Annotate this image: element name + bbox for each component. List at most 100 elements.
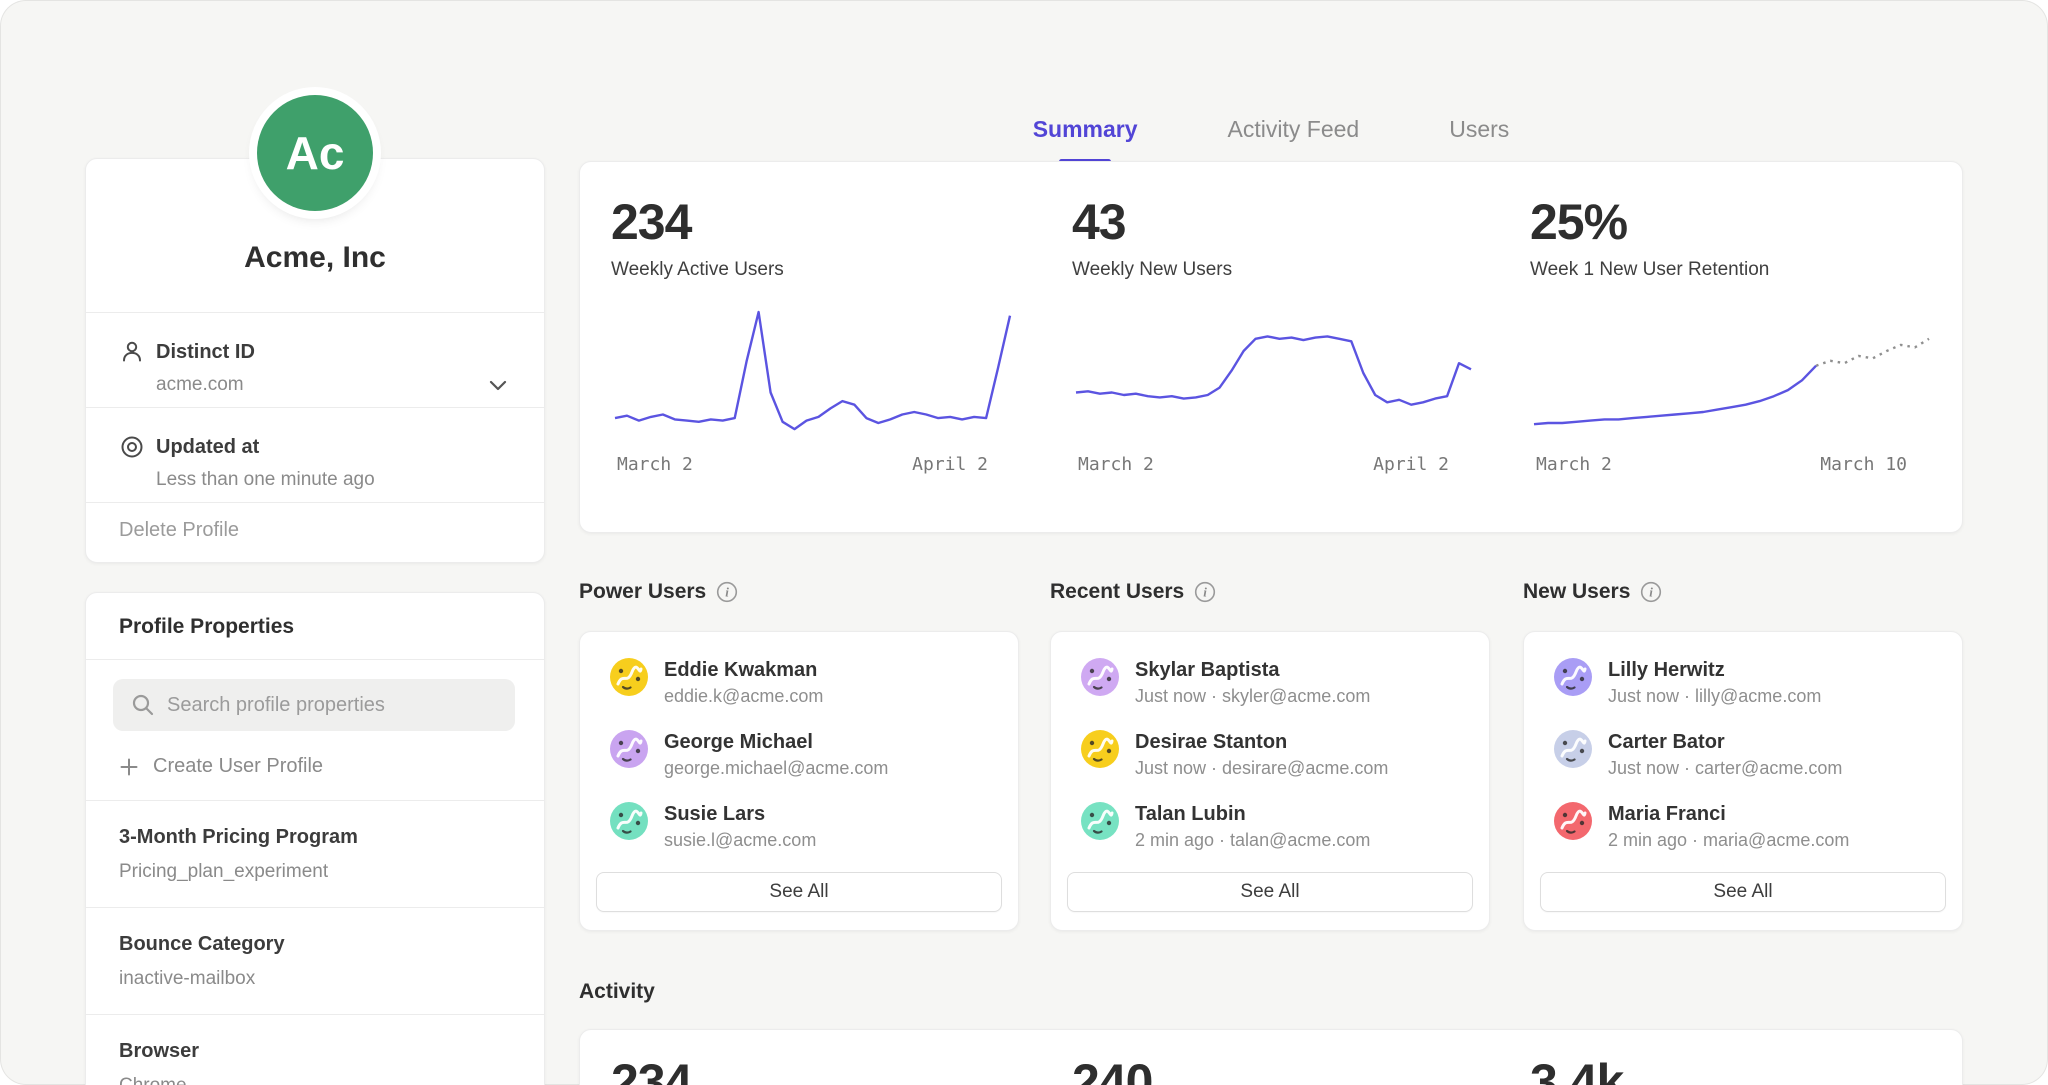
user-list-item[interactable]: George Michael george.michael@acme.com (610, 730, 1018, 778)
user-avatar (610, 658, 648, 696)
section-title: Recent Users (1050, 580, 1184, 604)
activity-stat-value: 3.4k (1530, 1056, 1962, 1085)
user-list-item[interactable]: Maria Franci 2 min ago · maria@acme.com (1554, 802, 1962, 850)
stat-value: 234 (611, 196, 1072, 248)
user-list-item[interactable]: Susie Lars susie.l@acme.com (610, 802, 1018, 850)
section-title: New Users (1523, 580, 1630, 604)
user-avatar (1554, 730, 1592, 768)
user-name: Susie Lars (664, 802, 816, 826)
user-list-item[interactable]: Skylar Baptista Just now · skyler@acme.co… (1081, 658, 1489, 706)
activity-card: 234 240 3.4k (579, 1029, 1963, 1085)
tab-users[interactable]: Users (1447, 108, 1511, 161)
user-subtitle: 2 min ago · maria@acme.com (1608, 830, 1849, 850)
user-avatar (610, 730, 648, 768)
info-icon[interactable]: i (1640, 581, 1662, 603)
user-list-item[interactable]: Desirae Stanton Just now · desirare@acme.… (1081, 730, 1489, 778)
profile-properties-title: Profile Properties (86, 593, 544, 659)
company-avatar-initials: Ac (286, 126, 345, 180)
user-list-item[interactable]: Eddie Kwakmaneddie.k@acme.com (610, 658, 1018, 706)
tab-activity-feed[interactable]: Activity Feed (1226, 108, 1362, 161)
activity-stat-value: 234 (611, 1056, 1072, 1085)
new-users-header: New Users i (1523, 580, 1662, 604)
user-list-item[interactable]: Lilly HerwitzJust now · lilly@acme.com (1554, 658, 1962, 706)
axis-tick: March 2 (1536, 454, 1612, 475)
user-name: Desirae Stanton (1135, 730, 1388, 754)
person-icon (119, 339, 145, 365)
updated-at-value: Less than one minute ago (156, 469, 375, 491)
user-subtitle: 2 min ago · talan@acme.com (1135, 830, 1370, 850)
weekly-new-users-chart (1072, 304, 1477, 444)
user-avatar (1554, 802, 1592, 840)
stat-value: 43 (1072, 196, 1530, 248)
profile-properties-card: Profile Properties Create User Profile 3… (85, 592, 545, 1085)
info-icon[interactable]: i (716, 581, 738, 603)
property-name: 3-Month Pricing Program (119, 825, 511, 849)
stat-weekly-new-users: 43 Weekly New Users March 2 April 2 (1072, 196, 1530, 475)
user-name: Skylar Baptista (1135, 658, 1370, 682)
updated-at-row: Updated at Less than one minute ago (86, 407, 544, 502)
user-subtitle: george.michael@acme.com (664, 758, 888, 778)
user-subtitle: Just now · desirare@acme.com (1135, 758, 1388, 778)
user-avatar (1081, 730, 1119, 768)
distinct-id-row: Distinct ID acme.com (86, 312, 544, 407)
summary-card: 234 Weekly Active Users March 2 April 2 … (579, 161, 1963, 533)
delete-profile-button[interactable]: Delete Profile (86, 502, 544, 562)
axis-tick: March 10 (1820, 454, 1907, 475)
see-all-button[interactable]: See All (596, 872, 1002, 912)
create-user-profile-button[interactable]: Create User Profile (119, 755, 515, 778)
see-all-button[interactable]: See All (1067, 872, 1473, 912)
activity-section-title: Activity (579, 980, 655, 1004)
property-row[interactable]: Browser Chrome (86, 1014, 544, 1085)
user-list-item[interactable]: Talan Lubin 2 min ago · talan@acme.com (1081, 802, 1489, 850)
see-all-button[interactable]: See All (1540, 872, 1946, 912)
tab-summary[interactable]: Summary (1031, 108, 1140, 161)
new-users-card: Lilly HerwitzJust now · lilly@acme.com Ca… (1523, 631, 1963, 931)
distinct-id-label: Distinct ID (156, 341, 255, 364)
company-name: Acme, Inc (106, 240, 524, 276)
create-user-profile-label: Create User Profile (153, 755, 323, 778)
property-row[interactable]: 3-Month Pricing Program Pricing_plan_exp… (86, 800, 544, 907)
updated-at-label: Updated at (156, 436, 259, 459)
property-value: Pricing_plan_experiment (119, 861, 511, 883)
search-input[interactable] (167, 694, 497, 717)
property-name: Browser (119, 1039, 511, 1063)
weekly-active-users-chart (611, 304, 1016, 444)
user-name: George Michael (664, 730, 888, 754)
user-avatar (610, 802, 648, 840)
svg-text:i: i (725, 585, 729, 600)
user-list-item[interactable]: Carter BatorJust now · carter@acme.com (1554, 730, 1962, 778)
user-name: Maria Franci (1608, 802, 1849, 826)
info-icon[interactable]: i (1194, 581, 1216, 603)
section-title: Power Users (579, 580, 706, 604)
user-name: Carter Bator (1608, 730, 1842, 754)
company-avatar: Ac (257, 95, 373, 211)
app-window: Ac Acme, Inc Distinct ID acme.com (0, 0, 2048, 1085)
recent-users-card: Skylar Baptista Just now · skyler@acme.co… (1050, 631, 1490, 931)
property-name: Bounce Category (119, 932, 511, 956)
week1-retention-chart (1530, 304, 1935, 444)
profile-card: Acme, Inc Distinct ID acme.com U (85, 158, 545, 563)
stat-week1-retention: 25% Week 1 New User Retention March 2 Ma… (1530, 196, 1962, 475)
activity-stat-value: 240 (1072, 1056, 1530, 1085)
property-row[interactable]: Bounce Category inactive-mailbox (86, 907, 544, 1014)
eye-icon (119, 434, 145, 460)
search-icon (131, 693, 155, 717)
stat-value: 25% (1530, 196, 1962, 248)
axis-tick: April 2 (912, 454, 988, 475)
stat-label: Weekly Active Users (611, 258, 1072, 282)
stat-weekly-active-users: 234 Weekly Active Users March 2 April 2 (611, 196, 1072, 475)
chevron-down-icon[interactable] (489, 380, 507, 391)
user-subtitle: Just now · skyler@acme.com (1135, 686, 1370, 706)
user-subtitle: susie.l@acme.com (664, 830, 816, 850)
stat-label: Weekly New Users (1072, 258, 1530, 282)
property-value: inactive-mailbox (119, 968, 511, 990)
axis-tick: March 2 (1078, 454, 1154, 475)
user-name: Talan Lubin (1135, 802, 1370, 826)
user-subtitle: eddie.k@acme.com (664, 686, 823, 706)
power-users-header: Power Users i (579, 580, 738, 604)
distinct-id-value: acme.com (156, 374, 244, 396)
user-avatar (1081, 802, 1119, 840)
profile-properties-search[interactable] (113, 679, 515, 731)
axis-tick: March 2 (617, 454, 693, 475)
property-value: Chrome (119, 1075, 511, 1085)
